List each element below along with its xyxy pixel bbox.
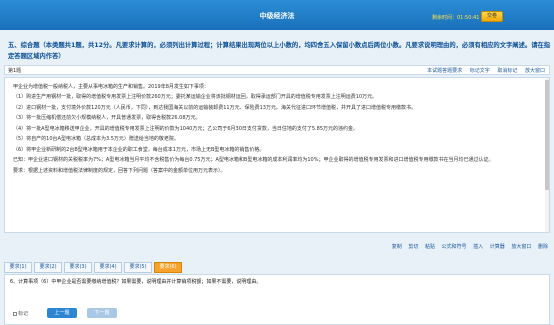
tab-requirement-6[interactable]: 要求(6) bbox=[154, 262, 182, 273]
material-item: （5）将自产的10台A型电冰箱（总成本为3.5万元）赠送给当地的敬老院。 bbox=[13, 136, 179, 142]
mark-checkbox[interactable]: 标记 bbox=[13, 310, 28, 317]
insert-button[interactable]: 插入 bbox=[473, 244, 483, 250]
material-item: （4）将一批A型电冰箱移送甲企业，开具的增值税专用发票上注明的价款为1040万元… bbox=[13, 125, 359, 132]
section-instructions: 五、综合题（本类题共1题，共12分。凡要求计算的，必须列出计算过程；计算结果出现… bbox=[8, 42, 551, 60]
submit-exam-button[interactable]: 交卷 bbox=[481, 11, 503, 22]
tab-requirement-4[interactable]: 要求(4) bbox=[94, 262, 122, 273]
material-item: （6）将甲企业新研制的2台B型电冰箱用于本企业的职工食堂，每台成本1万元，市场上… bbox=[13, 146, 265, 153]
answer-toolbar: 复制 剪切 粘贴 公式和符号 插入 计算器 放大窗口 删除 bbox=[4, 242, 550, 252]
material-items: （1）购进生产用钢材一批，取得的增值税专用发票上注明价款260万元；委托某运输企… bbox=[13, 92, 547, 176]
calculator-button[interactable]: 计算器 bbox=[490, 244, 505, 250]
material-scrollbar[interactable] bbox=[545, 78, 549, 232]
material-item: （1）购进生产用钢材一批，取得的增值税专用发票上注明价款260万元；委托某运输企… bbox=[13, 94, 378, 100]
question-number: 第1题 bbox=[8, 68, 22, 74]
remaining-time: 剩余时间：01:50:41 bbox=[432, 15, 480, 21]
mark-label: 标记 bbox=[18, 311, 29, 317]
enlarge-answer-button[interactable]: 放大窗口 bbox=[511, 244, 531, 250]
material-intro: 甲企业为增值税一般纳税人，主要从事电冰箱的生产和销售。2019年8月发生如下事项… bbox=[13, 84, 209, 90]
question-header: 第1题 本试题答题要求 标记文字 取消标记 放大窗口 bbox=[4, 65, 550, 75]
requirements-link[interactable]: 本试题答题要求 bbox=[427, 68, 462, 74]
tab-requirement-5[interactable]: 要求(5) bbox=[124, 262, 152, 273]
material-item: 要求：根据上述资料和增值税法律制度的规定，回答下列问题（答案中的金额单位用万元表… bbox=[13, 167, 226, 174]
paste-button[interactable]: 粘贴 bbox=[425, 244, 435, 250]
material-item: 已知：甲企业进口钢材的关税税率为7%；A型电冰箱当月平均不含税售价为每台0.75… bbox=[13, 157, 494, 163]
requirement-tabs: 要求(1) 要求(2) 要求(3) 要求(4) 要求(5) 要求(6) bbox=[4, 262, 550, 274]
tab-requirement-3[interactable]: 要求(3) bbox=[64, 262, 92, 273]
tab-requirement-2[interactable]: 要求(2) bbox=[34, 262, 62, 273]
sub-question-text: 6、计算事项（6）中甲企业是否需要缴纳增值税？如果需要，说明理由并计算销项税额；… bbox=[10, 279, 262, 285]
enlarge-window-button[interactable]: 放大窗口 bbox=[525, 68, 545, 74]
tab-requirement-1[interactable]: 要求(1) bbox=[4, 262, 32, 273]
question-tools: 本试题答题要求 标记文字 取消标记 放大窗口 bbox=[421, 67, 545, 74]
scrollbar-thumb[interactable] bbox=[545, 80, 549, 190]
unmark-button[interactable]: 取消标记 bbox=[497, 68, 517, 74]
checkbox-icon[interactable] bbox=[13, 311, 17, 316]
copy-button[interactable]: 复制 bbox=[392, 244, 402, 250]
material-item: （3）将一批压缩机偿还前欠小规模纳税人，开具普通发票，取得含税款26.08万元。 bbox=[13, 115, 201, 121]
answer-panel: 6、计算事项（6）中甲企业是否需要缴纳增值税？如果需要，说明理由并计算销项税额；… bbox=[4, 274, 550, 325]
question-material: 甲企业为增值税一般纳税人，主要从事电冰箱的生产和销售。2019年8月发生如下事项… bbox=[4, 77, 550, 233]
delete-button[interactable]: 删除 bbox=[538, 244, 548, 250]
mark-text-button[interactable]: 标记文字 bbox=[470, 68, 490, 74]
cut-button[interactable]: 剪切 bbox=[408, 244, 418, 250]
previous-question-button[interactable]: 上一题 bbox=[47, 308, 77, 318]
material-item: （2）进口钢材一批，支付境外价款120万元（人民币，下同），到达我国海关以前的运… bbox=[13, 104, 416, 111]
next-question-button[interactable]: 下一题 bbox=[87, 308, 117, 318]
top-bar: 中级经济法 剩余时间：01:50:41 交卷 bbox=[0, 0, 554, 30]
formula-button[interactable]: 公式和符号 bbox=[442, 244, 467, 250]
